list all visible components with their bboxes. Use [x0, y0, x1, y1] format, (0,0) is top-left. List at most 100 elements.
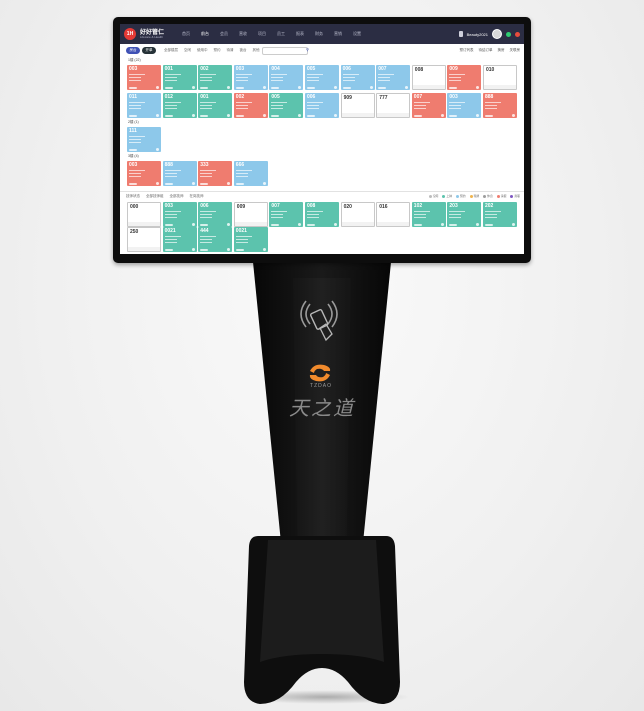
tech-tile[interactable]: 016 — [376, 202, 411, 227]
filter-item[interactable]: 锁台 — [240, 48, 247, 53]
tile-info-line — [164, 105, 177, 106]
avatar[interactable] — [492, 29, 502, 39]
tile-info-line — [449, 108, 462, 109]
tech-tile[interactable]: 020 — [340, 202, 375, 227]
area-label-floor2[interactable]: 2楼 (1) — [128, 120, 139, 125]
nav-item[interactable]: 首页 — [182, 31, 190, 37]
tech-tile[interactable]: 444 — [198, 227, 233, 252]
tile-info-line — [235, 108, 248, 109]
tile-tag — [129, 86, 137, 89]
room-tile[interactable]: 888 — [483, 93, 517, 118]
tech-tile[interactable]: 250 — [127, 227, 161, 252]
toolbar-action[interactable]: 待结订单 — [479, 48, 493, 53]
search-icon[interactable]: ⚲ — [306, 47, 311, 52]
search-input[interactable] — [262, 47, 308, 55]
legend-dot-icon — [428, 194, 432, 198]
filter-item[interactable]: 使用中 — [197, 48, 208, 53]
tech-filters: 技师状态 全部技师组 全部技师 在岗技师 — [126, 194, 204, 199]
nav-item[interactable]: 报表 — [296, 31, 304, 37]
filter-item[interactable]: 其他 — [253, 48, 260, 53]
tech-tile[interactable]: 102 — [411, 202, 446, 227]
tech-filter-item[interactable]: 技师状态 — [126, 194, 140, 199]
room-tile[interactable]: 007 — [376, 65, 411, 90]
tab-rooms[interactable]: 房台 — [126, 47, 140, 54]
nav-item[interactable]: 员工 — [277, 31, 285, 37]
room-tile[interactable]: 003 — [127, 65, 161, 90]
room-tile[interactable]: 005 — [305, 65, 339, 90]
tech-tile[interactable]: 007 — [269, 202, 304, 227]
tech-tile[interactable]: 006 — [198, 202, 233, 227]
room-tile[interactable]: 111 — [127, 127, 161, 152]
room-tile-number: 005 — [307, 66, 316, 72]
room-tile[interactable]: 012 — [162, 93, 197, 118]
room-tile[interactable]: 003 — [127, 161, 161, 186]
tech-tile[interactable]: 203 — [447, 202, 482, 227]
tile-info-line — [129, 77, 141, 78]
legend-item: 预约 — [455, 194, 466, 198]
tech-tile[interactable]: 0021 — [233, 227, 268, 252]
nav-item[interactable]: 会员 — [220, 31, 228, 37]
filter-item[interactable]: 空闲 — [184, 48, 191, 53]
room-tile[interactable]: 005 — [269, 93, 304, 118]
room-tile[interactable]: 003 — [233, 65, 268, 90]
tech-tile[interactable]: 003 — [162, 202, 197, 227]
tab-open-order[interactable]: 开单 — [142, 47, 156, 54]
tech-filter-item[interactable]: 全部技师 — [170, 194, 184, 199]
toolbar-action[interactable]: 预订列表 — [460, 48, 474, 53]
tile-tag — [342, 86, 351, 89]
room-tile[interactable]: 909 — [340, 93, 375, 118]
room-tile-number: 909 — [343, 95, 352, 101]
nav-item[interactable]: 项目 — [258, 31, 266, 37]
tech-filter-item[interactable]: 在岗技师 — [190, 194, 204, 199]
status-dot-close[interactable] — [515, 31, 520, 37]
room-tile[interactable]: 006 — [305, 93, 339, 118]
filter-item[interactable]: 预约 — [214, 48, 221, 53]
nav-item[interactable]: 财务 — [315, 31, 323, 37]
room-tile[interactable]: 666 — [233, 161, 268, 186]
tile-info-line — [129, 74, 145, 75]
tile-info-line — [129, 170, 145, 171]
tile-tag — [235, 114, 244, 117]
legend-item: 空闲 — [428, 194, 438, 198]
room-tile[interactable]: 333 — [198, 161, 233, 186]
tile-status-icon — [227, 248, 231, 251]
toolbar-actions: 预订列表 待结订单 换房 关联房 — [460, 48, 521, 53]
tech-tile[interactable]: 202 — [483, 202, 517, 227]
room-tile[interactable]: 888 — [162, 161, 197, 186]
room-tile[interactable]: 004 — [269, 65, 304, 90]
toolbar-action[interactable]: 关联房 — [510, 48, 521, 53]
tech-filter-item[interactable]: 全部技师组 — [146, 194, 164, 199]
tech-tile[interactable]: 000 — [127, 202, 161, 227]
room-tile[interactable]: 010 — [483, 65, 517, 90]
filter-item[interactable]: 待清 — [227, 48, 234, 53]
tech-tile[interactable]: 009 — [233, 202, 268, 227]
filter-item[interactable]: 全部楼层 — [164, 48, 178, 53]
room-tile[interactable]: 001 — [162, 65, 197, 90]
room-tile[interactable]: 001 — [198, 93, 233, 118]
room-tile[interactable]: 011 — [127, 93, 161, 118]
tile-status-icon — [227, 182, 231, 185]
tile-info-line — [235, 105, 248, 106]
room-tile[interactable]: 002 — [233, 93, 268, 118]
room-tile[interactable]: 009 — [447, 65, 482, 90]
room-tile[interactable]: 007 — [411, 93, 446, 118]
user-name[interactable]: Beauty2021 — [467, 32, 488, 37]
room-tile[interactable]: 003 — [447, 93, 482, 118]
area-label-floor3[interactable]: 3楼 (4) — [128, 154, 139, 159]
tech-tile[interactable]: 008 — [305, 202, 339, 227]
nav-item[interactable]: 设置 — [353, 31, 361, 37]
nav-item[interactable]: 营销 — [334, 31, 342, 37]
tech-tile[interactable]: 0021 — [162, 227, 197, 252]
room-tile[interactable]: 777 — [376, 93, 411, 118]
area-label-floor1[interactable]: 1楼 (22) — [128, 58, 141, 63]
toolbar-action[interactable]: 换房 — [498, 48, 505, 53]
room-tile-number: 002 — [200, 66, 209, 72]
room-tile[interactable]: 008 — [411, 65, 446, 90]
phone-icon[interactable] — [458, 31, 463, 37]
room-tile[interactable]: 002 — [198, 65, 233, 90]
room-tile[interactable]: 006 — [340, 65, 375, 90]
tile-tag — [271, 86, 280, 89]
tile-info-line — [235, 80, 248, 81]
nav-item[interactable]: 前台 — [201, 31, 209, 37]
nav-item[interactable]: 营收 — [239, 31, 247, 37]
